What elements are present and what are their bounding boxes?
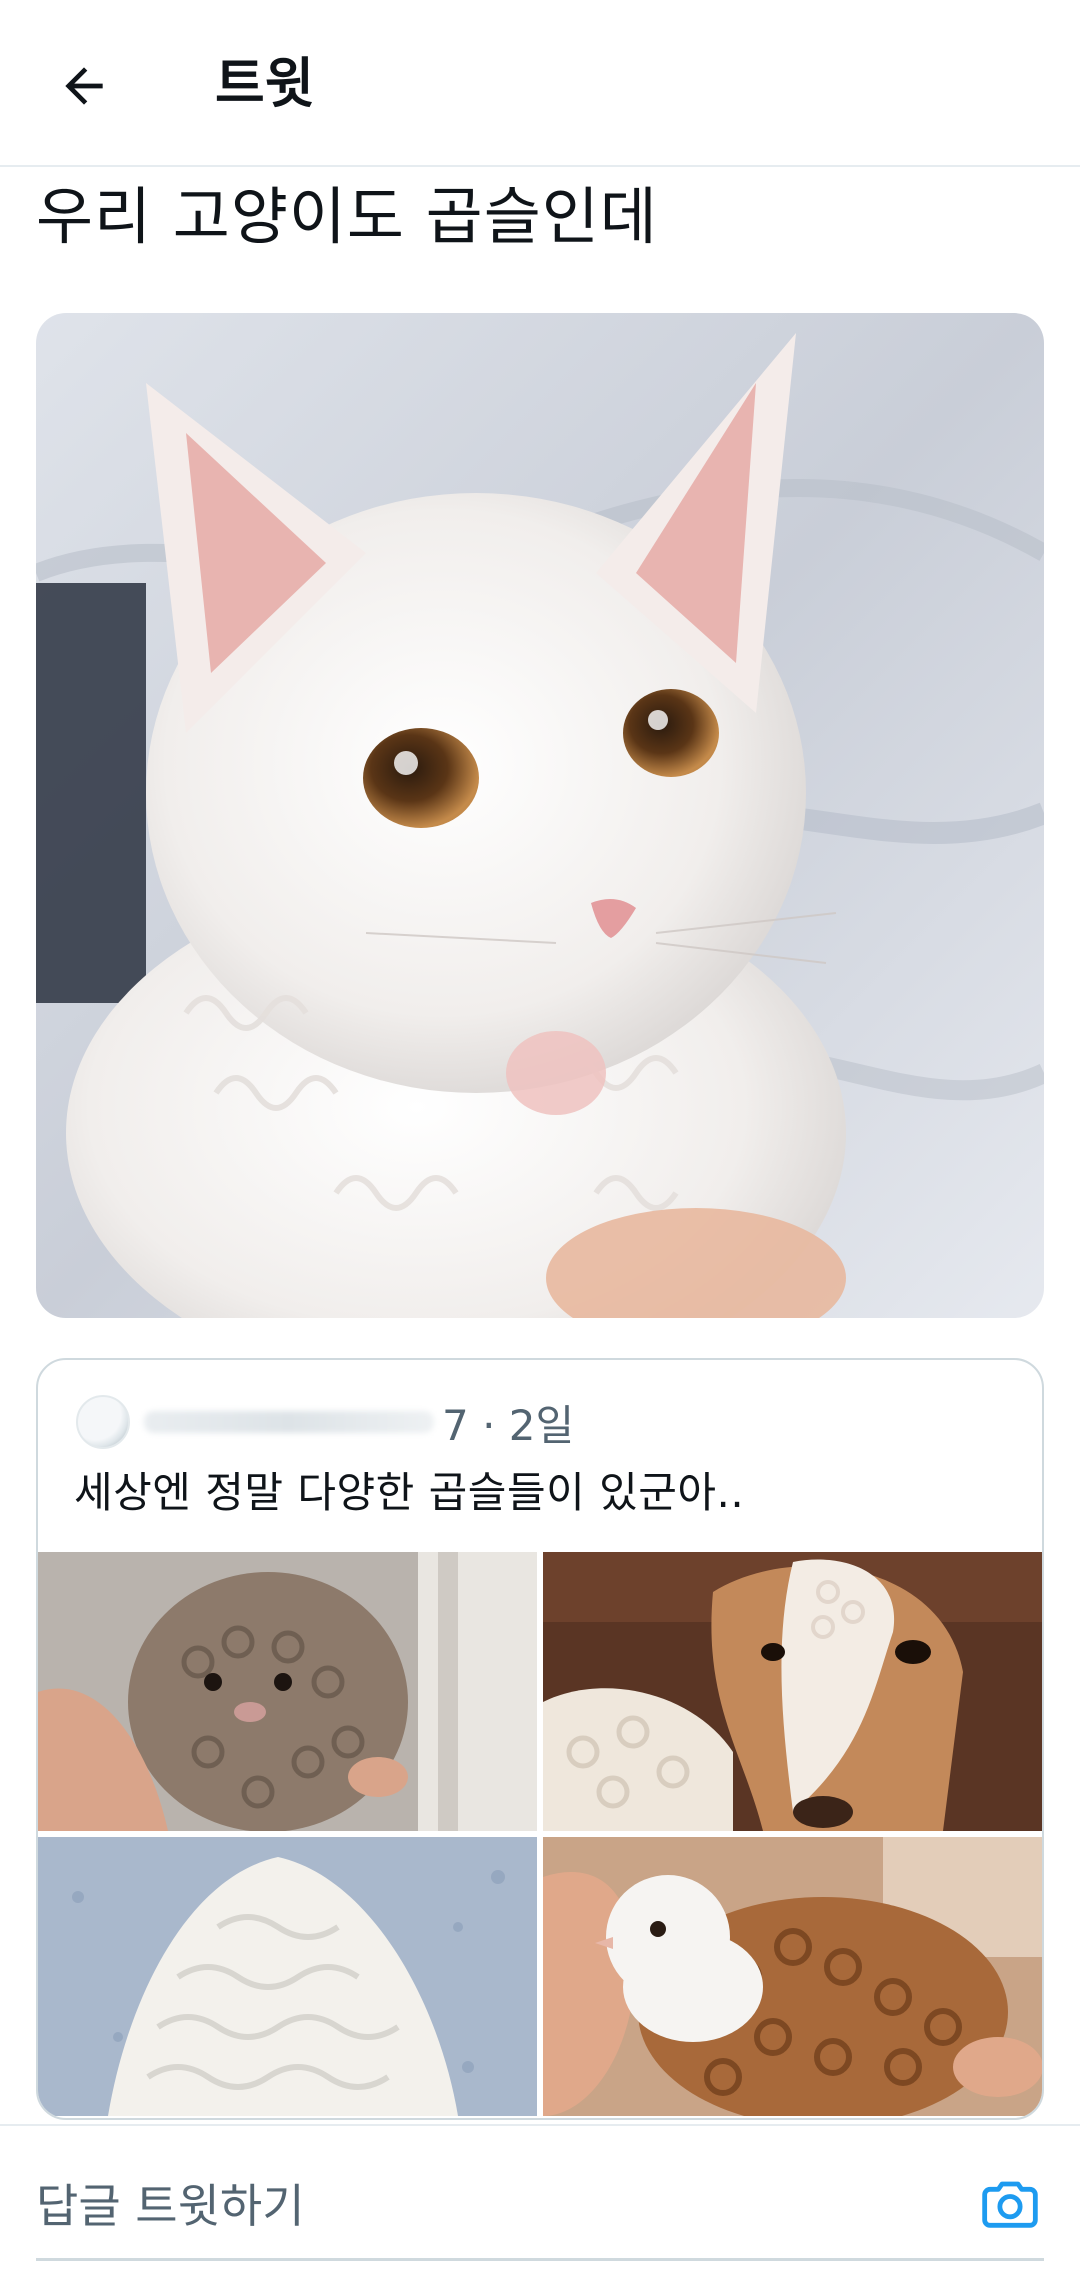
curly-pigeon-photo xyxy=(543,1837,1042,2116)
quote-photo-3[interactable] xyxy=(38,1837,537,2116)
arrow-left-icon xyxy=(56,58,112,114)
back-button[interactable] xyxy=(42,44,126,128)
avatar xyxy=(76,1395,130,1449)
quote-timestamp: 7 · 2일 xyxy=(442,1400,575,1450)
curly-white-bird-photo xyxy=(38,1837,537,2116)
quote-photo-4[interactable] xyxy=(543,1837,1042,2116)
curly-rodent-photo xyxy=(38,1552,537,1831)
quote-tweet-card[interactable]: 7 · 2일 세상엔 정말 다양한 곱슬들이 있군아.. xyxy=(36,1358,1044,2120)
tweet-text: 우리 고양이도 곱슬인데 xyxy=(36,180,658,253)
reply-bar: 답글 트윗하기 xyxy=(0,2124,1080,2275)
tweet-photo[interactable] xyxy=(36,313,1044,1318)
curly-horse-photo xyxy=(543,1552,1042,1831)
quote-author-name-redacted xyxy=(144,1411,434,1433)
quote-photo-2[interactable] xyxy=(543,1552,1042,1831)
quote-photo-grid xyxy=(38,1552,1042,2118)
top-bar: 트윗 xyxy=(0,0,1080,167)
quote-text: 세상엔 정말 다양한 곱슬들이 있군아.. xyxy=(74,1468,745,1517)
quote-photo-1[interactable] xyxy=(38,1552,537,1831)
camera-button[interactable] xyxy=(972,2166,1048,2242)
curly-white-cat-photo xyxy=(36,313,1044,1318)
reply-input[interactable]: 답글 트윗하기 xyxy=(36,2166,916,2246)
page-title: 트윗 xyxy=(215,52,315,115)
camera-icon xyxy=(978,2172,1042,2236)
quote-header: 7 · 2일 xyxy=(76,1392,574,1452)
reply-divider xyxy=(36,2258,1044,2261)
